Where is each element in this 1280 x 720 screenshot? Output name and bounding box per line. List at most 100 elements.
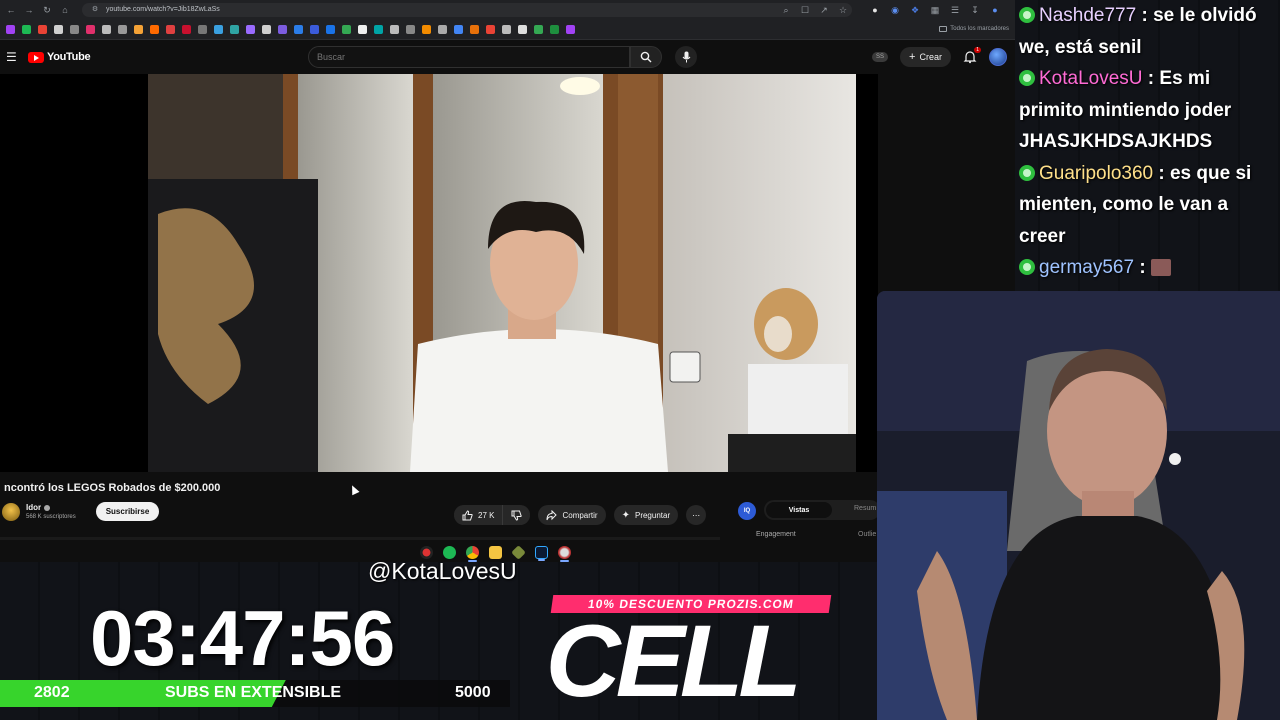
bookmark-icon[interactable] [454, 24, 463, 34]
back-icon[interactable]: ← [6, 5, 16, 15]
address-bar-actions: ⌕ ☐ ↗ ☆ [781, 5, 852, 15]
bookmark-icon[interactable] [342, 24, 351, 34]
taskbar-spotify-icon[interactable] [443, 545, 456, 559]
bookmark-icon[interactable] [6, 24, 15, 34]
share-button[interactable]: Compartir [538, 505, 606, 525]
bookmark-icon[interactable] [326, 24, 335, 34]
horizontal-scrollbar[interactable] [0, 537, 720, 540]
account-avatar[interactable] [989, 48, 1007, 66]
chat-username: Guaripolo360 [1039, 162, 1154, 184]
all-bookmarks-folder[interactable]: Todos los marcadores [939, 26, 1009, 32]
create-button[interactable]: + Crear [900, 47, 951, 67]
taskbar-chrome-icon[interactable] [466, 545, 479, 562]
channel-name-row[interactable]: Idor [26, 503, 76, 512]
bookmark-icon[interactable] [294, 24, 303, 34]
bookmark-icon[interactable] [22, 24, 31, 34]
site-info-icon[interactable]: ⚙ [90, 5, 100, 15]
bookmark-icon[interactable] [246, 24, 255, 34]
search-input[interactable] [317, 52, 629, 62]
taskbar-photoshop-icon[interactable] [535, 545, 548, 561]
bookmark-icon[interactable] [70, 24, 79, 34]
address-bar[interactable]: ⚙ youtube.com/watch?v=Jib18ZwLaSs ⌕ ☐ ↗ … [82, 2, 852, 17]
bookmark-icon[interactable] [182, 24, 191, 34]
bookmark-icon[interactable] [262, 24, 271, 34]
ss-badge[interactable]: SS [872, 52, 889, 62]
share-label: Compartir [562, 510, 598, 520]
bookmark-icon[interactable] [534, 24, 543, 34]
bookmark-icon[interactable] [118, 24, 127, 34]
analytics-panel: IQ Vistas Resum Engagement Outlie [730, 499, 890, 539]
extension-icon[interactable]: ❖ [910, 5, 920, 15]
ask-button[interactable]: ✦ Preguntar [613, 505, 679, 525]
like-button[interactable]: 27 K [454, 505, 503, 525]
bookmark-icon[interactable] [166, 24, 175, 34]
taskbar-app-icon[interactable] [558, 545, 571, 562]
bookmark-star-icon[interactable]: ☆ [838, 5, 848, 15]
tab-views[interactable]: Vistas [766, 502, 832, 518]
voice-search-button[interactable] [675, 46, 697, 68]
search-box[interactable] [308, 46, 630, 68]
bookmark-icon[interactable] [518, 24, 527, 34]
extensions-puzzle-icon[interactable]: ▦ [930, 5, 940, 15]
earbud [1169, 453, 1181, 465]
bookmark-icon[interactable] [486, 24, 495, 34]
bookmark-icon[interactable] [374, 24, 383, 34]
forward-icon[interactable]: → [24, 5, 34, 15]
profile-icon[interactable]: ● [990, 5, 1000, 15]
home-icon[interactable]: ⌂ [60, 5, 70, 15]
media-control-icon[interactable]: ☰ [950, 5, 960, 15]
youtube-logo[interactable]: YouTube [28, 51, 91, 63]
channel-name[interactable]: Idor [26, 503, 41, 512]
plus-icon: + [909, 51, 916, 63]
bookmark-icon[interactable] [198, 24, 207, 34]
bookmark-icon[interactable] [214, 24, 223, 34]
channel-avatar[interactable] [2, 502, 20, 521]
download-icon[interactable]: ↧ [970, 5, 980, 15]
hamburger-menu-icon[interactable]: ☰ [6, 50, 22, 64]
engagement-label: Engagement [756, 531, 796, 538]
like-dislike-group: 27 K [454, 505, 531, 525]
chat-badge-icon [1019, 164, 1035, 181]
bookmark-icon[interactable] [566, 24, 575, 34]
reload-icon[interactable]: ↻ [42, 5, 52, 15]
extension-icon[interactable]: ◉ [890, 5, 900, 15]
bookmark-icon[interactable] [230, 24, 239, 34]
bookmark-icon[interactable] [550, 24, 559, 34]
taskbar-app-icon[interactable] [420, 545, 433, 559]
bookmark-icon[interactable] [358, 24, 367, 34]
notifications-button[interactable]: 1 [963, 47, 981, 64]
zoom-icon[interactable]: ⌕ [781, 5, 791, 15]
extension-icon[interactable]: ● [870, 5, 880, 15]
bookmark-icon[interactable] [422, 24, 431, 34]
create-label: Crear [919, 52, 942, 62]
share-icon[interactable]: ↗ [819, 5, 829, 15]
verified-icon [44, 504, 51, 511]
bookmark-icon[interactable] [102, 24, 111, 34]
tab-summary[interactable]: Resum [854, 505, 876, 512]
search-button[interactable] [630, 46, 662, 68]
bookmark-icon[interactable] [406, 24, 415, 34]
dislike-button[interactable] [502, 505, 531, 525]
taskbar-folder-icon[interactable] [489, 545, 502, 559]
analytics-logo[interactable]: IQ [738, 502, 756, 520]
chat-username: Nashde777 [1039, 5, 1137, 26]
bookmark-icon[interactable] [38, 24, 47, 34]
bookmark-icon[interactable] [54, 24, 63, 34]
bookmark-icon[interactable] [390, 24, 399, 34]
bookmark-icon[interactable] [470, 24, 479, 34]
video-player[interactable] [0, 74, 878, 472]
bookmark-icon[interactable] [502, 24, 511, 34]
subscribe-button[interactable]: Suscribirse [95, 502, 160, 521]
bookmark-icon[interactable] [150, 24, 159, 34]
masthead-actions: SS + Crear 1 [872, 47, 1007, 67]
chat-badge-icon [1019, 7, 1035, 23]
install-icon[interactable]: ☐ [800, 5, 810, 15]
bookmark-icon[interactable] [310, 24, 319, 34]
bookmark-icon[interactable] [438, 24, 447, 34]
more-actions-button[interactable]: ⋯ [686, 505, 707, 525]
bookmark-icon[interactable] [86, 24, 95, 34]
bookmark-icon[interactable] [134, 24, 143, 34]
bookmark-icon[interactable] [278, 24, 287, 34]
video-frame[interactable] [148, 74, 856, 472]
channel-info: Idor 568 K suscriptores Suscribirse [2, 502, 160, 521]
